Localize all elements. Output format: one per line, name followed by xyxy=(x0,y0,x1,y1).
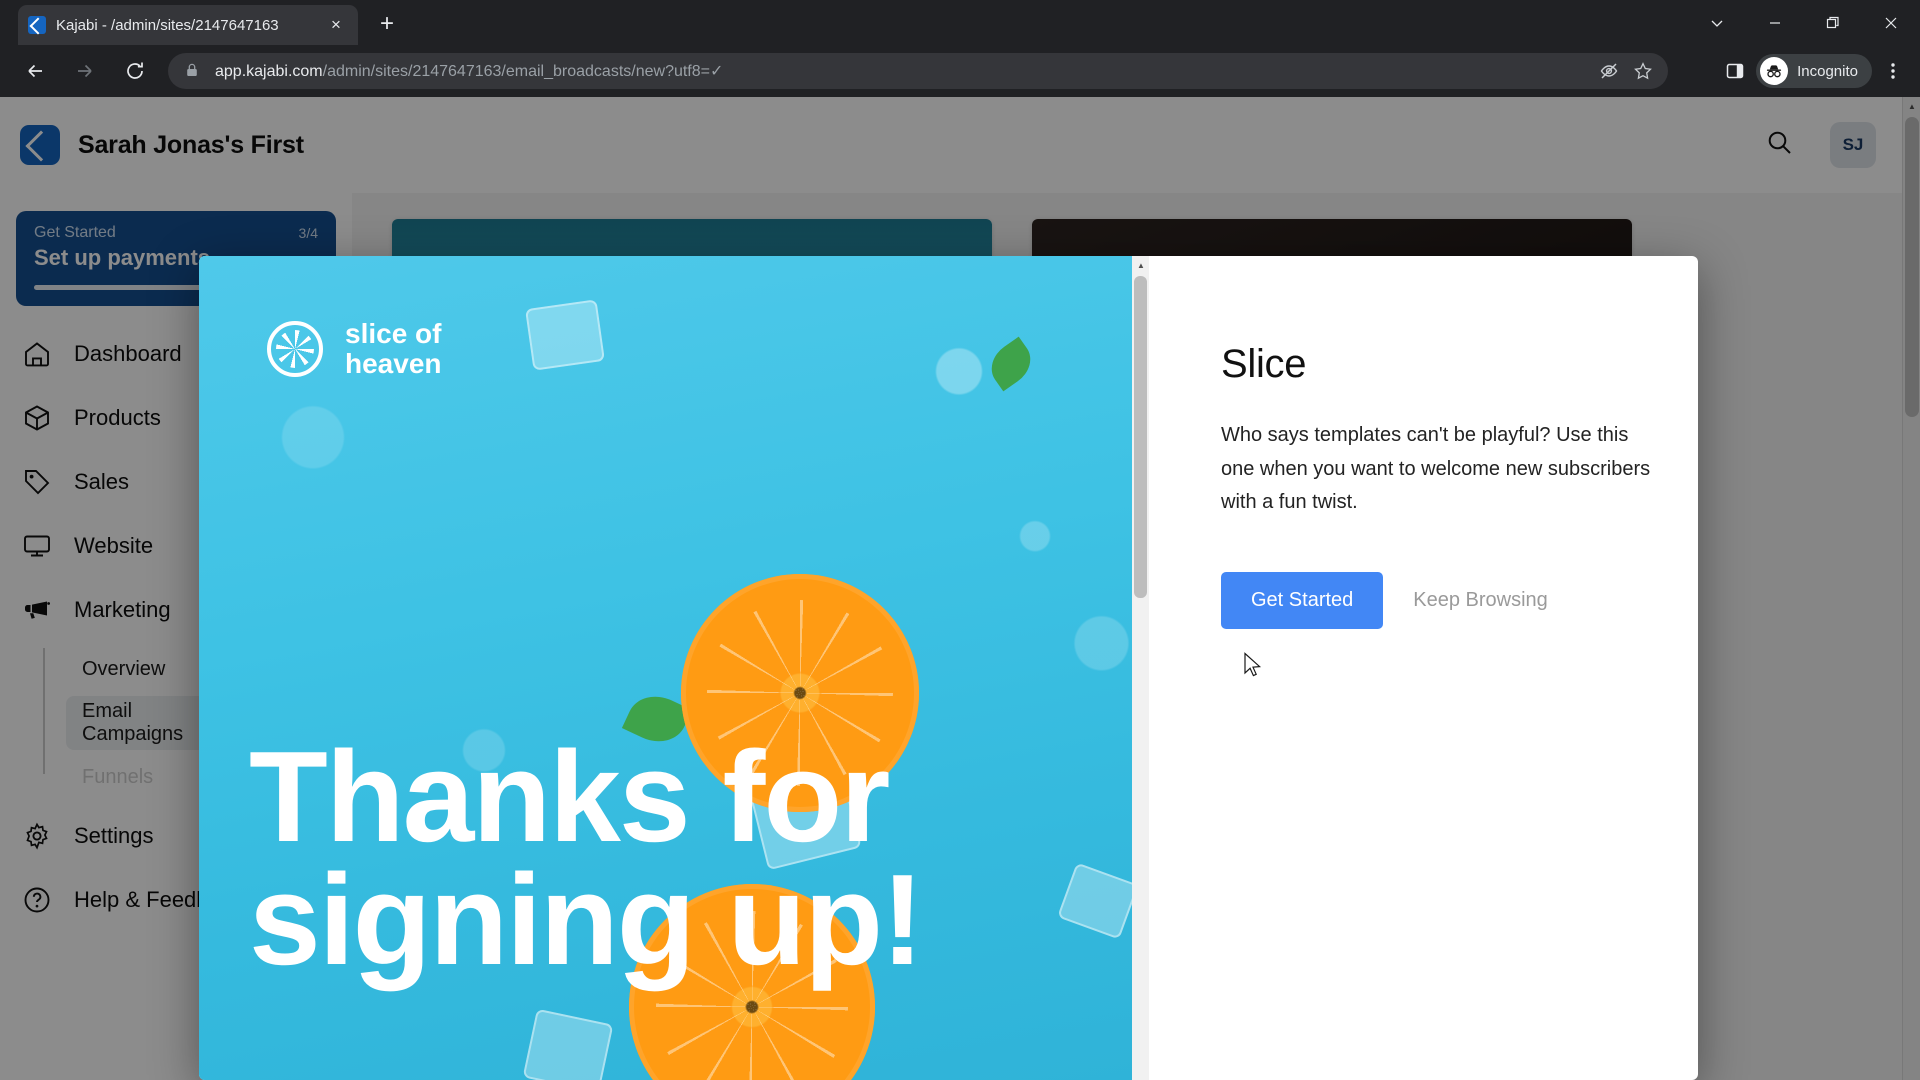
incognito-label: Incognito xyxy=(1797,62,1858,80)
lock-icon xyxy=(184,62,202,80)
url-text: app.kajabi.com/admin/sites/2147647163/em… xyxy=(215,61,1594,81)
close-window-icon[interactable] xyxy=(1862,0,1920,45)
forward-arrow-icon[interactable] xyxy=(64,50,106,92)
browser-window: Kajabi - /admin/sites/2147647163 × + app… xyxy=(0,0,1920,1080)
email-preview-panel: slice of heaven Thanks for signing up! ▲ xyxy=(199,256,1149,1080)
incognito-icon xyxy=(1760,57,1789,85)
browser-toolbar: app.kajabi.com/admin/sites/2147647163/em… xyxy=(0,45,1920,97)
get-started-button[interactable]: Get Started xyxy=(1221,571,1384,629)
scroll-up-arrow-icon[interactable]: ▲ xyxy=(1132,256,1149,274)
toolbar-right-buttons: Incognito xyxy=(1716,53,1912,89)
modal-actions: Get Started Keep Browsing xyxy=(1221,571,1698,629)
window-controls xyxy=(1688,0,1920,45)
mouse-cursor xyxy=(1243,652,1263,685)
eye-off-icon[interactable] xyxy=(1594,56,1624,86)
incognito-profile-chip[interactable]: Incognito xyxy=(1756,54,1872,88)
three-dot-menu-icon[interactable] xyxy=(1874,53,1912,89)
back-arrow-icon[interactable] xyxy=(14,50,56,92)
email-brand-name: slice of heaven xyxy=(345,318,442,379)
reload-icon[interactable] xyxy=(114,50,156,92)
modal-info-panel: Slice Who says templates can't be playfu… xyxy=(1149,256,1698,1080)
address-bar[interactable]: app.kajabi.com/admin/sites/2147647163/em… xyxy=(168,53,1668,89)
tab-title: Kajabi - /admin/sites/2147647163 xyxy=(56,16,279,34)
browser-tab[interactable]: Kajabi - /admin/sites/2147647163 × xyxy=(18,5,358,45)
template-title: Slice xyxy=(1221,342,1307,386)
kajabi-favicon-icon xyxy=(28,16,46,34)
email-hero-image: slice of heaven Thanks for signing up! xyxy=(199,256,1149,1080)
template-preview-modal: slice of heaven Thanks for signing up! ▲… xyxy=(199,256,1698,1080)
preview-scrollbar[interactable]: ▲ xyxy=(1132,256,1149,1080)
star-icon[interactable] xyxy=(1628,56,1658,86)
scrollbar-thumb[interactable] xyxy=(1134,276,1147,598)
new-tab-button[interactable]: + xyxy=(372,10,402,40)
omnibox-icons xyxy=(1594,56,1658,86)
tab-search-chevron-down-icon[interactable] xyxy=(1688,0,1746,45)
page-viewport: Sarah Jonas's First SJ Get Started 3/4 S… xyxy=(0,97,1920,1080)
email-headline: Thanks for signing up! xyxy=(249,725,924,992)
minimize-icon[interactable] xyxy=(1746,0,1804,45)
url-host: app.kajabi.com xyxy=(215,63,323,80)
email-brand-logo: slice of heaven xyxy=(267,319,442,378)
side-panel-icon[interactable] xyxy=(1716,53,1754,89)
tab-strip: Kajabi - /admin/sites/2147647163 × + xyxy=(0,0,1920,45)
template-description: Who says templates can't be playful? Use… xyxy=(1221,424,1651,514)
keep-browsing-button[interactable]: Keep Browsing xyxy=(1403,572,1558,629)
url-path: /admin/sites/2147647163/email_broadcasts… xyxy=(322,63,724,80)
citrus-wheel-icon xyxy=(267,320,323,377)
maximize-icon[interactable] xyxy=(1804,0,1862,45)
close-icon[interactable]: × xyxy=(324,13,348,37)
